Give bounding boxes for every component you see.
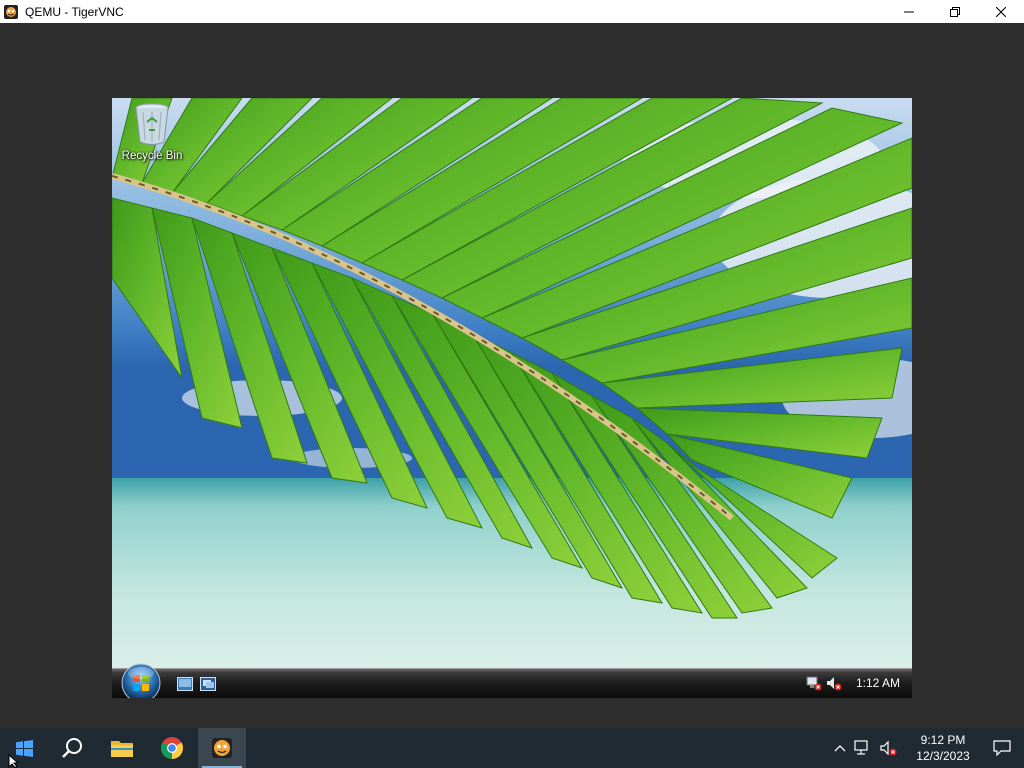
tigervnc-button[interactable]	[198, 728, 246, 768]
host-clock[interactable]: 9:12 PM 12/3/2023	[906, 732, 980, 764]
host-taskbar: 9:12 PM 12/3/2023	[0, 728, 1024, 768]
vnc-client-area: Recycle Bin 1:12 AM	[0, 23, 1024, 728]
action-center-icon	[993, 740, 1011, 756]
guest-desktop[interactable]: Recycle Bin 1:12 AM	[112, 98, 912, 698]
host-clock-time: 9:12 PM	[920, 733, 966, 747]
network-icon[interactable]	[854, 740, 872, 756]
chrome-button[interactable]	[148, 728, 196, 768]
restore-button[interactable]	[932, 0, 978, 23]
window-title: QEMU - TigerVNC	[25, 4, 124, 19]
tigervnc-app-icon	[4, 4, 18, 19]
minimize-icon	[904, 11, 914, 12]
minimize-button[interactable]	[886, 0, 932, 23]
recycle-bin-label: Recycle Bin	[121, 150, 183, 162]
volume-muted-icon[interactable]	[826, 675, 842, 691]
switch-windows-icon[interactable]	[200, 677, 216, 691]
folder-icon	[111, 741, 133, 757]
guest-system-tray: 1:12 AM	[806, 675, 900, 691]
close-icon	[996, 6, 1006, 17]
guest-taskbar: 1:12 AM	[112, 663, 912, 698]
volume-muted-icon[interactable]	[880, 740, 898, 756]
file-explorer-button[interactable]	[98, 728, 146, 768]
tigervnc-icon	[212, 738, 232, 758]
vista-start-orb[interactable]	[121, 663, 161, 698]
guest-clock[interactable]: 1:12 AM	[856, 676, 900, 690]
host-clock-date: 12/3/2023	[916, 749, 970, 763]
recycle-bin-icon	[135, 103, 169, 145]
host-system-tray: 9:12 PM 12/3/2023	[830, 728, 1024, 768]
search-icon	[62, 738, 82, 758]
close-button[interactable]	[978, 0, 1024, 23]
network-disconnected-icon[interactable]	[806, 675, 822, 691]
desktop-icon-recycle-bin[interactable]: Recycle Bin	[120, 102, 184, 162]
search-button[interactable]	[48, 728, 96, 768]
palm-leaf-wallpaper	[112, 98, 912, 668]
chevron-up-icon[interactable]	[834, 744, 846, 752]
chrome-icon	[161, 737, 183, 759]
window-titlebar[interactable]: QEMU - TigerVNC	[0, 0, 1024, 23]
mouse-cursor	[8, 754, 20, 768]
show-desktop-icon[interactable]	[177, 677, 193, 691]
restore-icon	[950, 6, 960, 17]
action-center-button[interactable]	[980, 728, 1024, 768]
